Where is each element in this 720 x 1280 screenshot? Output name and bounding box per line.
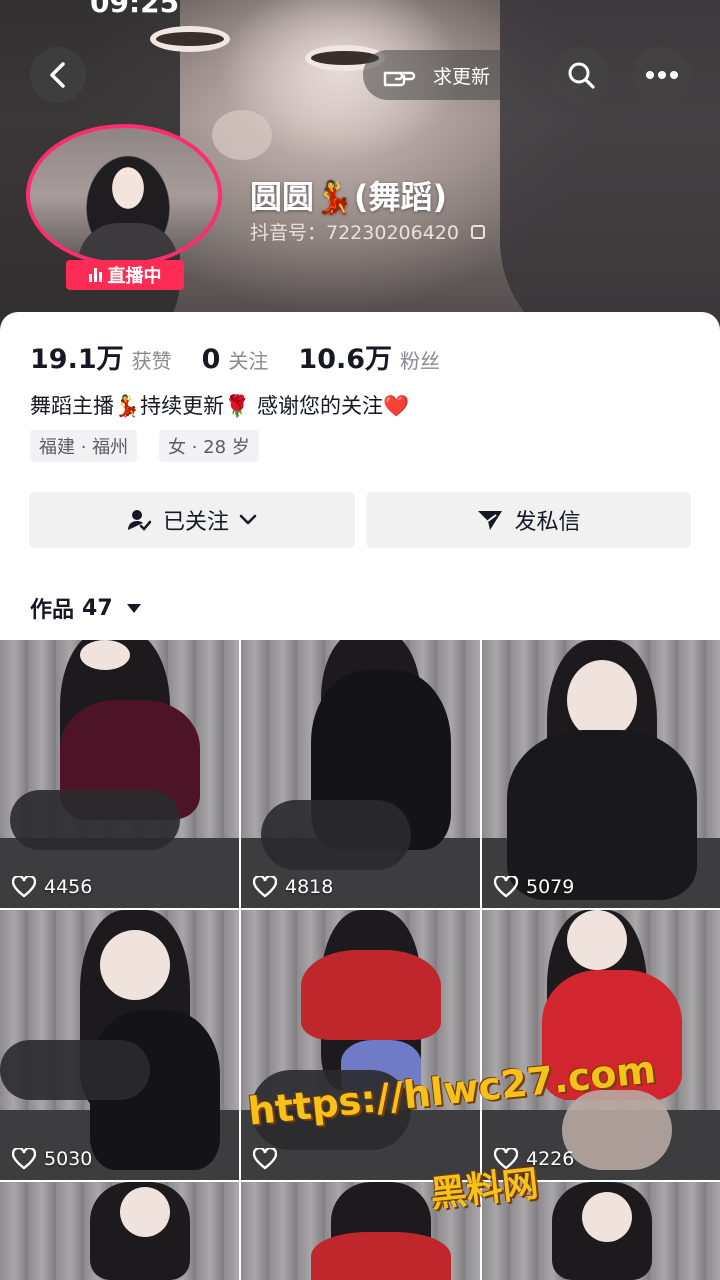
video-thumbnail[interactable]: 4226 [482,910,720,1180]
likes-label: 获赞 [131,349,172,373]
like-count: 5079 [494,876,574,898]
followed-button[interactable]: 已关注 [29,492,355,548]
video-grid: 4456 4818 5079 5030 4226 [0,640,720,1280]
followed-label: 已关注 [162,510,229,535]
video-thumbnail[interactable]: 5079 [482,640,720,908]
following-count[interactable]: 0 [202,344,221,375]
pointing-hand-icon [383,71,416,87]
heart-icon [12,1148,36,1170]
like-count: 4456 [12,876,92,898]
live-label: 直播中 [107,266,162,287]
nickname: 圆圆💃(舞蹈) [250,178,448,216]
heart-icon [12,876,36,898]
location-tag: 福建 · 福州 [30,430,138,462]
video-thumbnail[interactable] [241,910,480,1180]
live-badge[interactable]: 直播中 [66,260,184,290]
status-time: 09:25 [90,0,180,19]
send-message-label: 发私信 [514,510,581,535]
followers-count[interactable]: 10.6万 [298,337,392,376]
heart-icon [253,876,277,898]
more-dots-icon [646,71,678,79]
heart-icon [494,876,518,898]
stats-row: 19.1万 获赞 0 关注 10.6万 粉丝 [30,337,470,376]
more-button[interactable] [633,47,691,103]
likes-count: 19.1万 [30,344,124,375]
bio: 舞蹈主播💃持续更新🌹 感谢您的关注❤️ [30,394,410,418]
video-thumbnail[interactable] [0,1182,239,1280]
followers-label[interactable]: 粉丝 [400,345,440,374]
works-tab[interactable]: 作品 47 [30,592,141,624]
user-check-icon [127,510,152,531]
live-bars-icon [88,268,102,282]
following-label[interactable]: 关注 [228,345,268,374]
request-update-button[interactable]: 求更新 [363,50,521,100]
douyin-id[interactable]: 抖音号：72230206420 [250,218,485,245]
send-message-button[interactable]: 发私信 [366,492,691,548]
video-thumbnail[interactable]: 4818 [241,640,480,908]
like-count: 5030 [12,1148,92,1170]
search-button[interactable] [553,47,609,103]
douyin-id-text: 抖音号：72230206420 [250,222,459,244]
like-count [253,1148,285,1170]
profile-card: 19.1万 获赞 0 关注 10.6万 粉丝 舞蹈主播💃持续更新🌹 感谢您的关注… [0,312,720,642]
video-thumbnail[interactable]: 4456 [0,640,239,908]
search-icon [568,62,595,89]
like-count: 4818 [253,876,333,898]
video-thumbnail[interactable]: 5030 [0,910,239,1180]
chevron-down-icon [239,514,257,525]
heart-icon [253,1148,277,1170]
copy-icon[interactable] [470,224,485,239]
avatar[interactable] [26,124,222,266]
works-label: 作品 [30,598,75,623]
works-count: 47 [82,595,113,621]
back-button[interactable] [30,47,86,103]
caret-down-icon [126,603,141,613]
send-icon [478,511,503,530]
gender-age-tag: 女 · 28 岁 [159,430,259,462]
chevron-left-icon [50,62,65,88]
request-update-label: 求更新 [433,65,491,88]
